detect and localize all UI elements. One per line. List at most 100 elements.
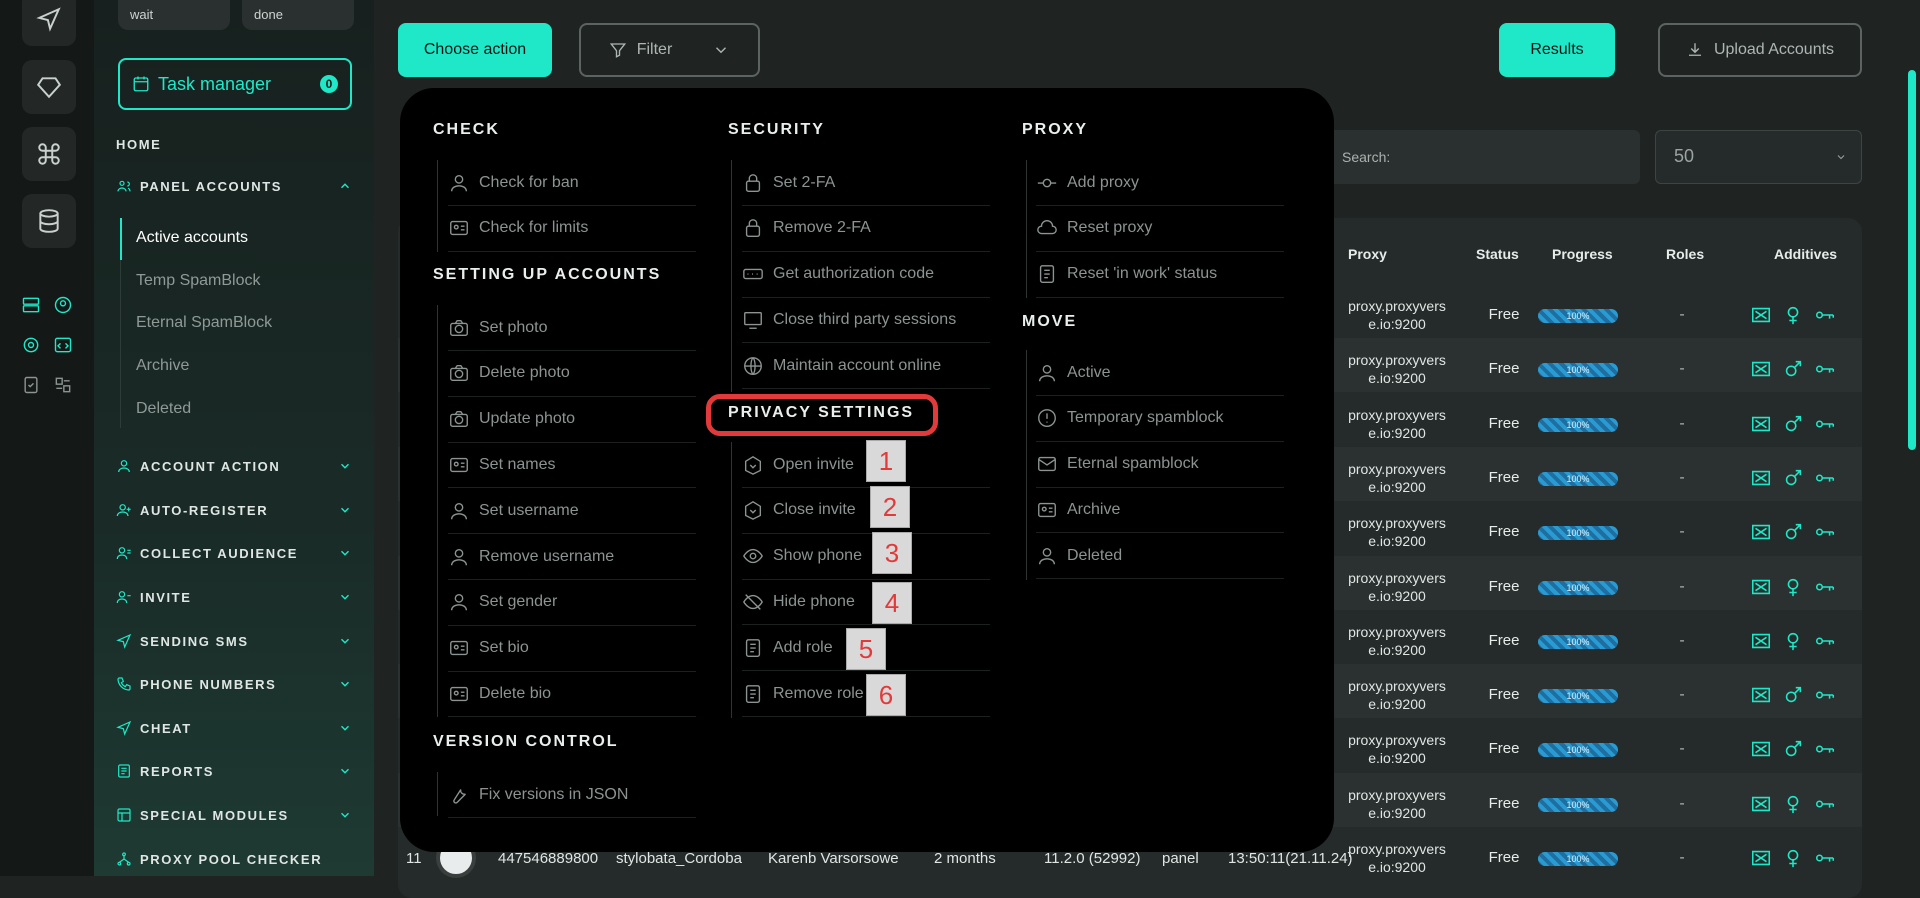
server-icon[interactable] <box>20 294 42 316</box>
col-roles[interactable]: Roles <box>1666 246 1704 262</box>
col-progress[interactable]: Progress <box>1552 246 1613 262</box>
document-check-icon[interactable] <box>20 374 42 396</box>
nav-account-action[interactable]: ACCOUNT ACTION <box>116 458 352 474</box>
mail-x-icon[interactable] <box>1750 684 1772 706</box>
search-input[interactable]: Search: <box>1320 130 1640 184</box>
menu-item-security[interactable]: Get authorization code <box>742 252 990 298</box>
female-icon[interactable] <box>1782 576 1804 598</box>
menu-item-setup[interactable]: Delete bio <box>448 671 696 718</box>
gear-icon[interactable] <box>20 334 42 356</box>
key-icon[interactable] <box>1814 684 1836 706</box>
nav-special-modules[interactable]: SPECIAL MODULES <box>116 807 352 823</box>
male-icon[interactable] <box>1782 413 1804 435</box>
menu-item-move[interactable]: Active <box>1036 350 1284 396</box>
results-button[interactable]: Results <box>1499 23 1615 77</box>
menu-item-move[interactable]: Deleted <box>1036 533 1284 580</box>
key-icon[interactable] <box>1814 304 1836 326</box>
mail-x-icon[interactable] <box>1750 576 1772 598</box>
key-icon[interactable] <box>1814 793 1836 815</box>
done-tab[interactable]: done <box>242 0 354 30</box>
diamond-icon[interactable] <box>22 60 76 114</box>
menu-item-version[interactable]: Fix versions in JSON <box>448 772 696 818</box>
code-window-icon[interactable] <box>52 334 74 356</box>
filter-button[interactable]: Filter <box>579 23 760 77</box>
nav-collect-audience[interactable]: COLLECT AUDIENCE <box>116 545 352 561</box>
menu-item-privacy[interactable]: Close invite <box>742 488 990 534</box>
female-icon[interactable] <box>1782 847 1804 869</box>
key-icon[interactable] <box>1814 413 1836 435</box>
mail-x-icon[interactable] <box>1750 630 1772 652</box>
col-additives[interactable]: Additives <box>1774 246 1837 262</box>
command-icon[interactable] <box>22 127 76 181</box>
male-icon[interactable] <box>1782 521 1804 543</box>
menu-item-check[interactable]: Check for ban <box>448 160 696 206</box>
menu-item-proxy[interactable]: Reset proxy <box>1036 206 1284 252</box>
nav-proxy-pool-checker[interactable]: PROXY POOL CHECKER <box>116 851 352 867</box>
nav-phone-numbers[interactable]: PHONE NUMBERS <box>116 676 352 692</box>
nav-panel-accounts[interactable]: PANEL ACCOUNTS <box>116 178 352 194</box>
wait-tab[interactable]: wait <box>118 0 230 30</box>
menu-item-security[interactable]: Close third party sessions <box>742 297 990 344</box>
menu-item-setup[interactable]: Set username <box>448 488 696 535</box>
menu-item-privacy[interactable]: Hide phone <box>742 579 990 626</box>
mail-x-icon[interactable] <box>1750 304 1772 326</box>
key-icon[interactable] <box>1814 358 1836 380</box>
menu-item-security[interactable]: Maintain account online <box>742 343 990 390</box>
mail-x-icon[interactable] <box>1750 793 1772 815</box>
key-icon[interactable] <box>1814 521 1836 543</box>
upload-accounts-button[interactable]: Upload Accounts <box>1658 23 1862 77</box>
nav-auto-register[interactable]: AUTO-REGISTER <box>116 502 352 518</box>
key-icon[interactable] <box>1814 630 1836 652</box>
col-proxy[interactable]: Proxy <box>1348 246 1387 262</box>
sidebar-item-active-accounts[interactable]: Active accounts <box>136 229 248 247</box>
send-icon[interactable] <box>22 0 76 46</box>
nav-reports[interactable]: REPORTS <box>116 763 352 779</box>
key-icon[interactable] <box>1814 576 1836 598</box>
user-circle-icon[interactable] <box>52 294 74 316</box>
menu-item-move[interactable]: Temporary spamblock <box>1036 396 1284 442</box>
menu-item-move[interactable]: Archive <box>1036 487 1284 534</box>
key-icon[interactable] <box>1814 847 1836 869</box>
menu-item-setup[interactable]: Delete photo <box>448 351 696 397</box>
mail-x-icon[interactable] <box>1750 413 1772 435</box>
sidebar-item-temp-spamblock[interactable]: Temp SpamBlock <box>136 272 261 290</box>
menu-item-proxy[interactable]: Add proxy <box>1036 160 1284 206</box>
mail-x-icon[interactable] <box>1750 738 1772 760</box>
choose-action-button[interactable]: Choose action <box>398 23 552 77</box>
database-icon[interactable] <box>22 194 76 248</box>
mail-x-icon[interactable] <box>1750 467 1772 489</box>
col-status[interactable]: Status <box>1476 246 1519 262</box>
menu-item-setup[interactable]: Set photo <box>448 305 696 351</box>
menu-item-check[interactable]: Check for limits <box>448 206 696 252</box>
menu-item-proxy[interactable]: Reset 'in work' status <box>1036 252 1284 298</box>
menu-item-security[interactable]: Remove 2-FA <box>742 206 990 252</box>
task-manager-button[interactable]: Task manager 0 <box>118 58 352 110</box>
mail-x-icon[interactable] <box>1750 358 1772 380</box>
grid-icon[interactable] <box>52 374 74 396</box>
nav-cheat[interactable]: CHEAT <box>116 720 352 736</box>
scrollbar[interactable] <box>1908 70 1916 450</box>
sidebar-item-deleted[interactable]: Deleted <box>136 400 191 418</box>
menu-item-privacy[interactable]: Show phone <box>742 534 990 580</box>
male-icon[interactable] <box>1782 358 1804 380</box>
menu-item-setup[interactable]: Remove username <box>448 534 696 580</box>
male-icon[interactable] <box>1782 684 1804 706</box>
menu-item-setup[interactable]: Set bio <box>448 626 696 672</box>
menu-item-setup[interactable]: Set gender <box>448 580 696 626</box>
menu-item-setup[interactable]: Update photo <box>448 397 696 443</box>
mail-x-icon[interactable] <box>1750 521 1772 543</box>
key-icon[interactable] <box>1814 467 1836 489</box>
menu-item-setup[interactable]: Set names <box>448 442 696 489</box>
key-icon[interactable] <box>1814 738 1836 760</box>
menu-item-security[interactable]: Set 2-FA <box>742 160 990 206</box>
per-page-select[interactable]: 50 <box>1655 130 1862 184</box>
menu-item-move[interactable]: Eternal spamblock <box>1036 442 1284 488</box>
female-icon[interactable] <box>1782 793 1804 815</box>
male-icon[interactable] <box>1782 467 1804 489</box>
nav-home[interactable]: HOME <box>116 137 352 152</box>
female-icon[interactable] <box>1782 630 1804 652</box>
female-icon[interactable] <box>1782 304 1804 326</box>
sidebar-item-archive[interactable]: Archive <box>136 357 189 375</box>
mail-x-icon[interactable] <box>1750 847 1772 869</box>
nav-sending-sms[interactable]: SENDING SMS <box>116 633 352 649</box>
